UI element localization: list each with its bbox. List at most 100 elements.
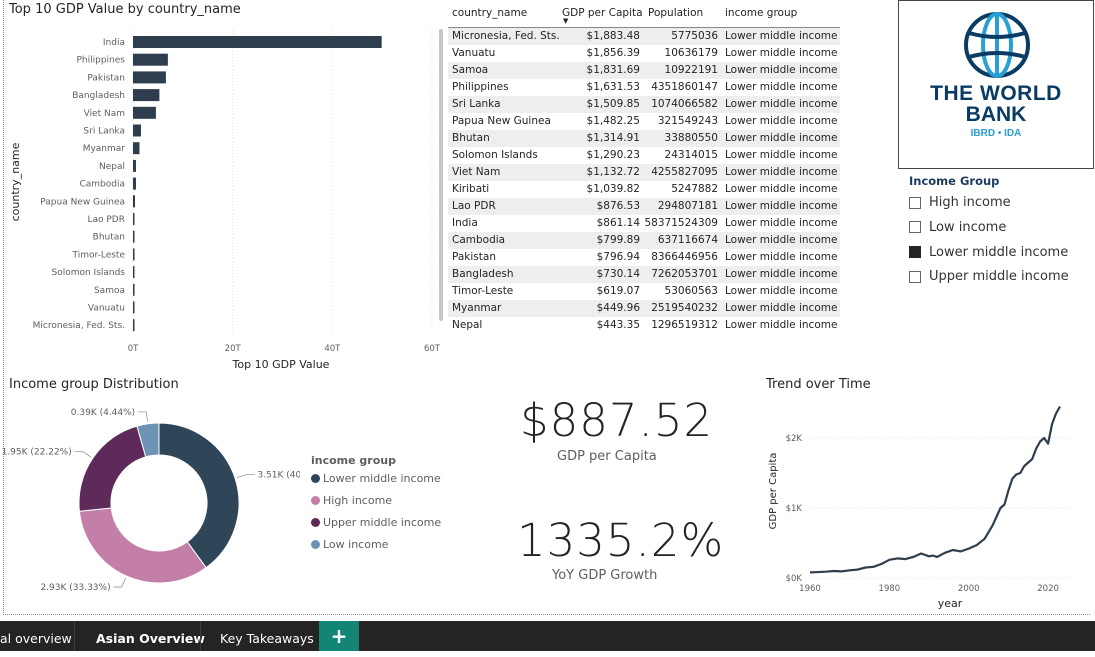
cell-population: 10636179 [664, 47, 718, 59]
bar[interactable] [133, 159, 136, 172]
logo-line3: IBRD • IDA [970, 128, 1022, 139]
trend-line[interactable] [809, 405, 1061, 574]
cell-gdp: $1,883.48 [586, 30, 640, 42]
bar[interactable] [133, 36, 382, 48]
country-table[interactable]: country_name GDP per Capita ▼ Population… [448, 0, 840, 334]
cell-population: 5247882 [671, 183, 718, 195]
table-row[interactable]: Lao PDR $876.53 294807181 Lower middle inco… [448, 198, 840, 215]
checkbox[interactable] [909, 246, 921, 259]
slicer-option[interactable]: Low income [909, 220, 1006, 235]
header-income-group[interactable]: income group [725, 7, 797, 19]
bar[interactable] [133, 230, 135, 243]
legend-dot-icon [311, 540, 320, 549]
donut-slice[interactable] [78, 425, 147, 512]
table-row[interactable]: Bhutan $1,314.91 33880550 Lower middle inco… [448, 130, 840, 147]
legend-item[interactable]: Lower middle income [311, 472, 441, 485]
tab-global-overview[interactable]: al overview [0, 621, 72, 651]
sort-desc-icon: ▼ [563, 17, 569, 25]
table-row[interactable]: Timor-Leste $619.07 53060563 Lower middle i… [448, 283, 840, 300]
table-row[interactable]: Viet Nam $1,132.72 4255827095 Lower middle … [448, 164, 840, 181]
legend-item[interactable]: High income [311, 494, 392, 507]
table-row[interactable]: Bangladesh $730.14 7262053701 Lower middle … [448, 266, 840, 283]
yoy-card-value: 1335.2% [517, 514, 725, 567]
slicer-option[interactable]: Lower middle income [909, 245, 1068, 260]
x-axis-title: year [938, 597, 963, 610]
category-label: Cambodia [79, 180, 125, 190]
category-label: Timor-Leste [71, 250, 125, 260]
table-row[interactable]: Samoa $1,831.69 10922191 Lower middle incom… [448, 62, 840, 79]
category-label: Myanmar [83, 144, 126, 154]
cell-income-group: Lower middle income [725, 200, 838, 212]
tab-key-takeaways[interactable]: Key Takeaways [220, 621, 314, 651]
header-country[interactable]: country_name [452, 7, 527, 19]
table-row[interactable]: Pakistan $796.94 8366446956 Lower middle in… [448, 249, 840, 266]
bar[interactable] [133, 53, 168, 66]
bar[interactable] [133, 89, 160, 102]
table-row[interactable]: Nepal $443.35 1296519312 Lower middle incom… [448, 317, 840, 334]
header-gdp[interactable]: GDP per Capita [562, 7, 643, 19]
table-row[interactable]: Kiribati $1,039.82 5247882 Lower middle inc… [448, 181, 840, 198]
table-row[interactable]: Cambodia $799.89 637116674 Lower middle inc… [448, 232, 840, 249]
table-row[interactable]: Vanuatu $1,856.39 10636179 Lower middle inc… [448, 45, 840, 62]
y-axis-title: country_name [9, 142, 22, 221]
label-leader [113, 577, 127, 588]
donut-slice[interactable] [78, 507, 207, 584]
cell-country: Vanuatu [452, 47, 496, 59]
cell-population: 4255827095 [651, 166, 718, 178]
table-row[interactable]: Solomon Islands $1,290.23 24314015 Lower mi… [448, 147, 840, 164]
cell-country: Timor-Leste [452, 285, 514, 297]
bar[interactable] [133, 248, 135, 261]
legend-item[interactable]: Upper middle income [311, 516, 441, 529]
cell-gdp: $730.14 [596, 268, 640, 280]
table-row[interactable]: Papua New Guinea $1,482.25 321549243 Lower … [448, 113, 840, 130]
bar[interactable] [133, 195, 135, 208]
globe-icon [964, 12, 1030, 78]
slicer-option[interactable]: Upper middle income [909, 269, 1069, 284]
category-label: Vanuatu [88, 304, 125, 314]
cell-gdp: $861.14 [596, 217, 640, 229]
donut-slice[interactable] [158, 422, 240, 569]
bar[interactable] [133, 106, 156, 119]
slicer-option[interactable]: High income [909, 195, 1011, 210]
bar-chart[interactable]: 0T 20T 40T 60T India Philippines Pakistan Bangl… [0, 20, 440, 376]
checkbox[interactable] [909, 221, 921, 234]
bar[interactable] [133, 266, 135, 279]
cell-income-group: Lower middle income [725, 98, 838, 110]
bar[interactable] [133, 71, 166, 84]
bar[interactable] [133, 177, 136, 190]
table-row[interactable]: Philippines $1,631.53 4351860147 Lower midd… [448, 79, 840, 96]
trend-chart[interactable]: $0K $1K $2K 1960 1980 2000 2020 year GDP per Cap… [760, 395, 1090, 613]
label-leader [74, 451, 92, 458]
bar[interactable] [133, 213, 135, 225]
cell-income-group: Lower middle income [725, 217, 838, 229]
table-scrollbar[interactable] [439, 29, 443, 321]
category-label: Solomon Islands [51, 268, 125, 278]
cell-gdp: $876.53 [596, 200, 640, 212]
legend-dot-icon [311, 474, 320, 483]
bar[interactable] [133, 283, 135, 296]
label-leader [138, 411, 148, 422]
bar[interactable] [133, 124, 141, 137]
table-row[interactable]: Myanmar $449.96 2519540232 Lower middle inc… [448, 300, 840, 317]
table-row[interactable]: India $861.14 58371524309 Lower middle inco… [448, 215, 840, 232]
bar[interactable] [133, 301, 135, 314]
bar[interactable] [133, 142, 140, 155]
add-page-button[interactable]: + [319, 621, 359, 651]
header-population[interactable]: Population [648, 7, 703, 19]
category-label: Micronesia, Fed. Sts. [33, 321, 125, 331]
table-row[interactable]: Micronesia, Fed. Sts. $1,883.48 5775036 Low… [448, 28, 840, 45]
checkbox[interactable] [909, 196, 921, 209]
donut-title: Income group Distribution [9, 377, 179, 392]
donut-chart[interactable]: 3.51K (40%) 2.93K (33.33%) 1.95K (22.22%) 0… [0, 400, 300, 600]
bar[interactable] [133, 319, 135, 332]
cell-income-group: Lower middle income [725, 81, 838, 93]
legend-item[interactable]: Low income [311, 538, 388, 551]
checkbox[interactable] [909, 270, 921, 283]
tab-asian-overview[interactable]: Asian Overview [96, 621, 205, 651]
table-header: country_name GDP per Capita ▼ Population… [448, 0, 840, 28]
table-row[interactable]: Sri Lanka $1,509.85 1074066582 Lower middle… [448, 96, 840, 113]
cell-population: 2519540232 [651, 302, 718, 314]
cell-gdp: $1,482.25 [586, 115, 640, 127]
yoy-card-label: YoY GDP Growth [552, 568, 658, 583]
cell-gdp: $1,831.69 [586, 64, 640, 76]
